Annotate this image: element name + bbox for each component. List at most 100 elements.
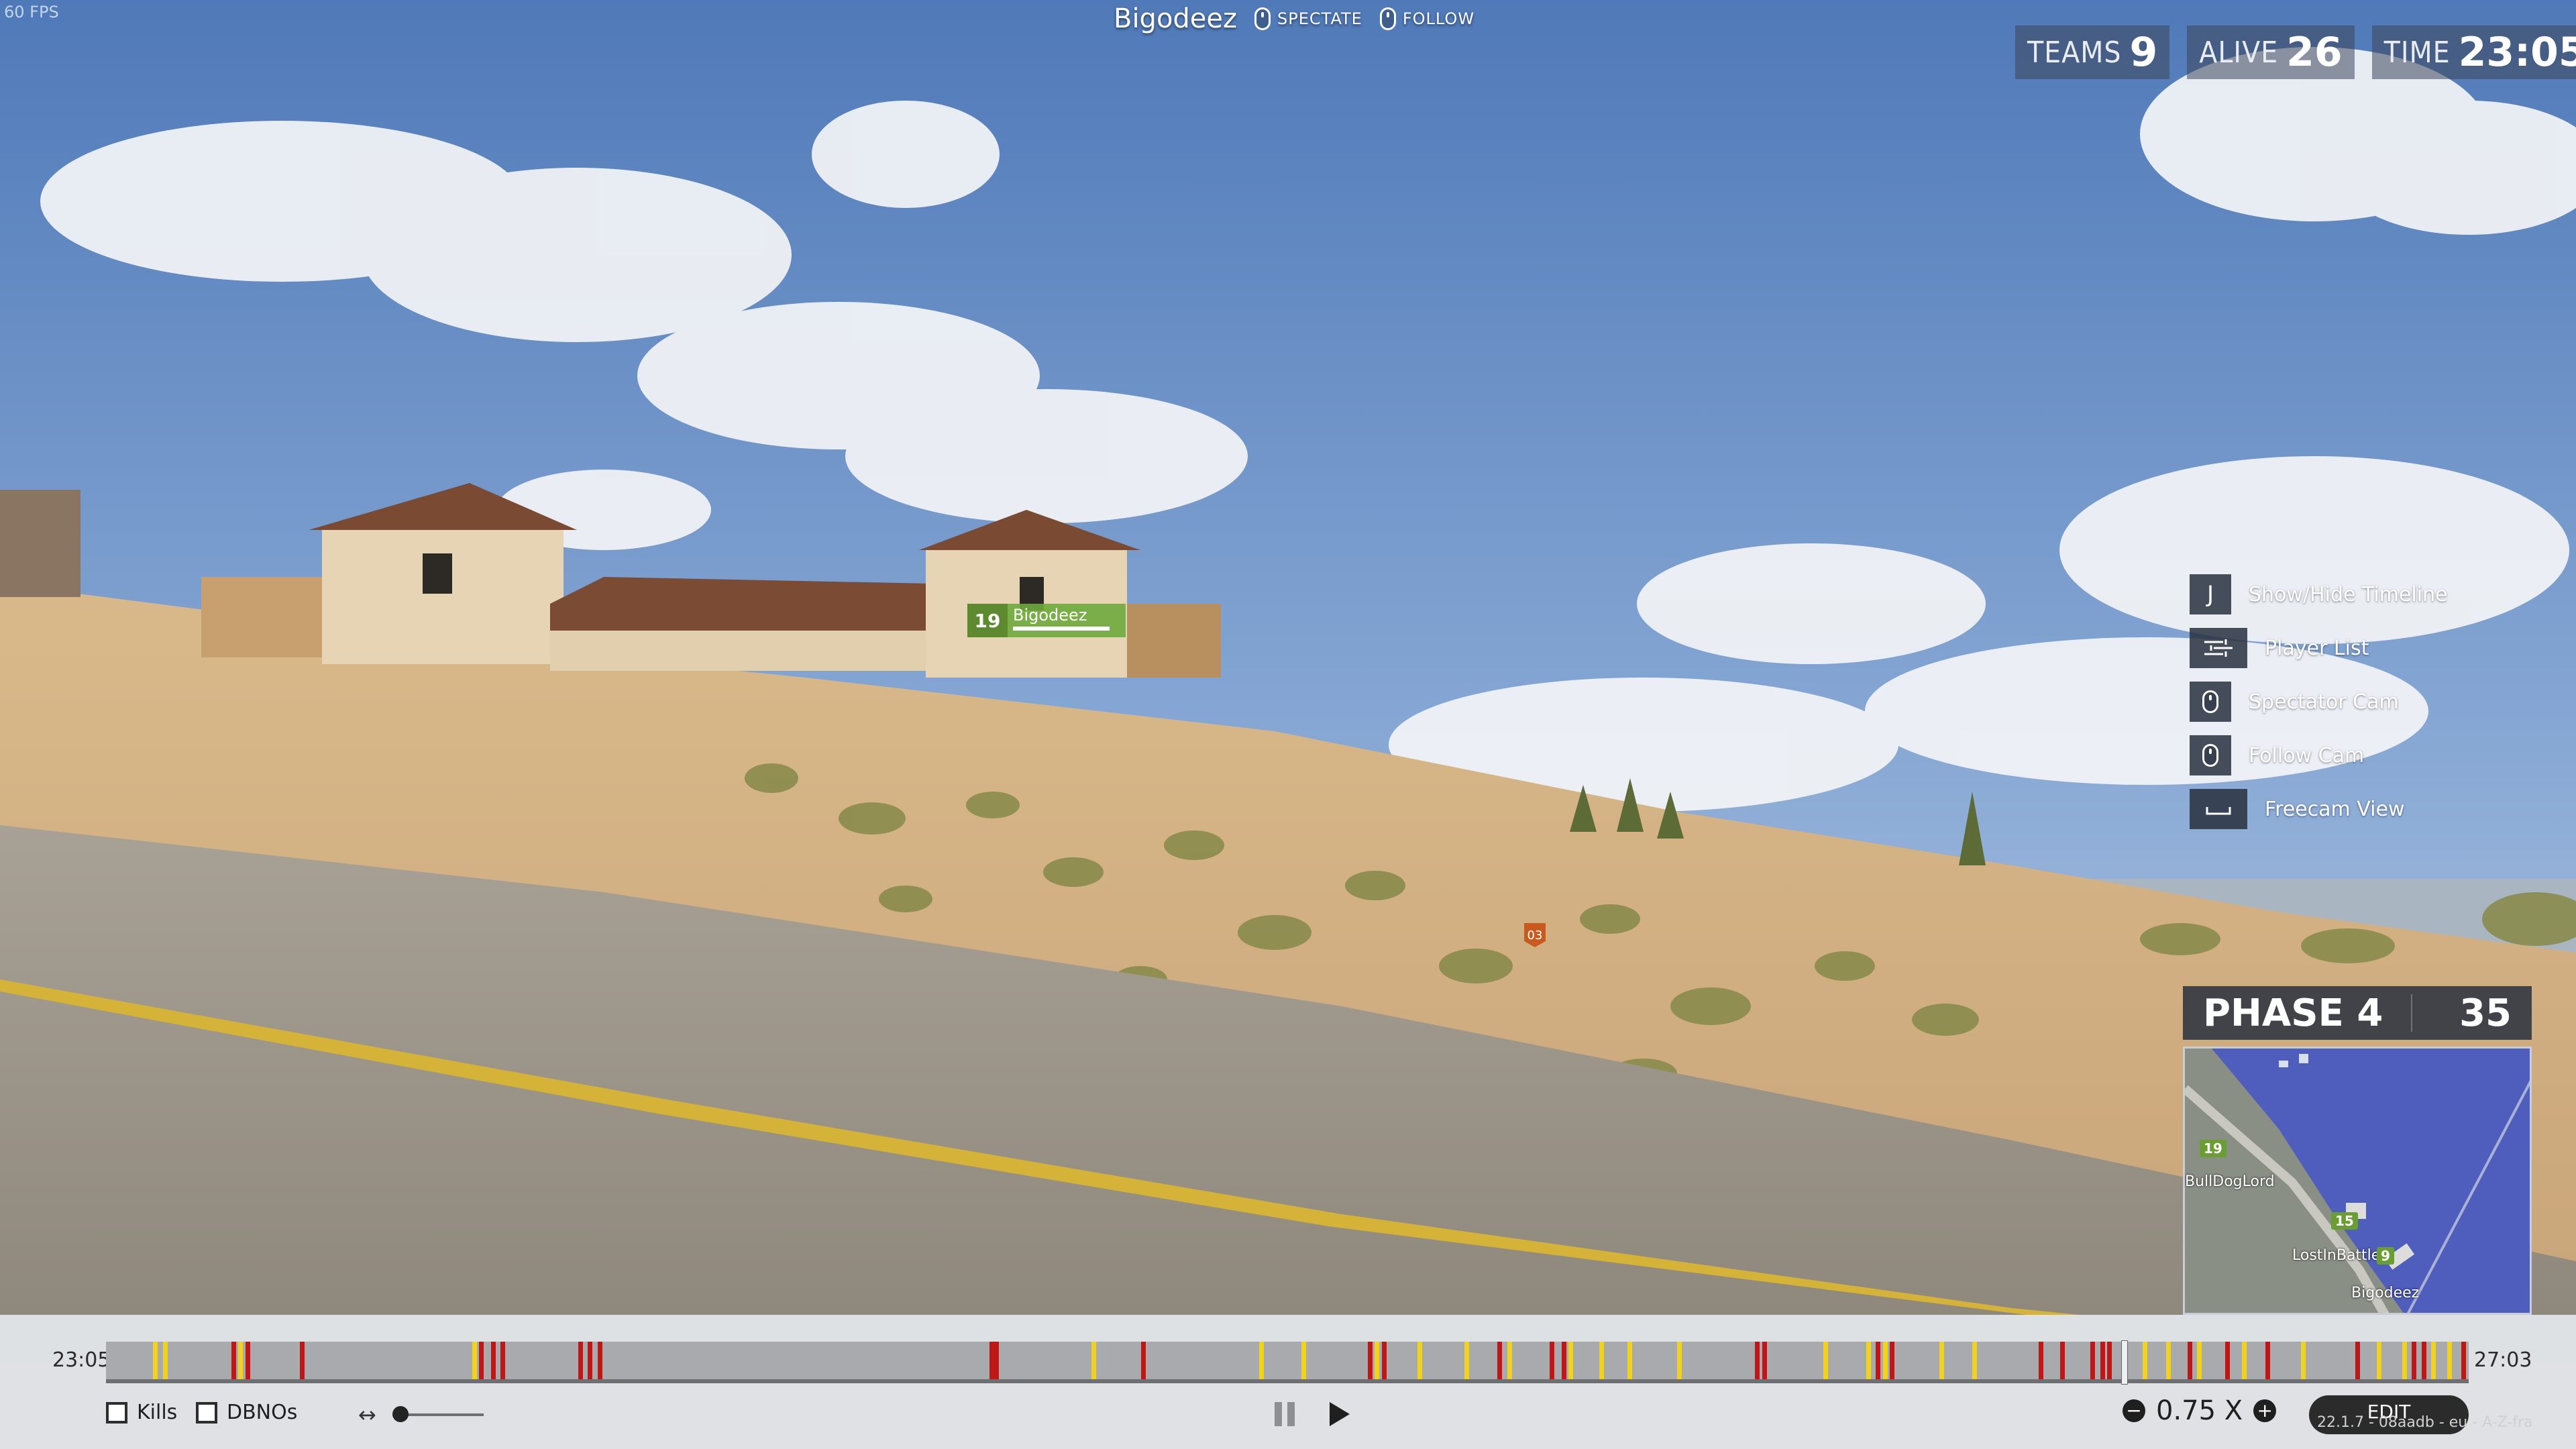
timeline-event-kill[interactable] bbox=[1550, 1342, 1554, 1379]
minimap[interactable]: 19 BullDogLord 15 LostInBattle 9 Bigodee… bbox=[2183, 1046, 2532, 1315]
zoom-knob[interactable] bbox=[392, 1406, 409, 1422]
timeline-end-time: 27:03 bbox=[2474, 1348, 2532, 1372]
timeline-event-knock[interactable] bbox=[1091, 1342, 1096, 1379]
spectate-button[interactable]: SPECTATE bbox=[1254, 7, 1362, 30]
timeline-event-kill[interactable] bbox=[1497, 1342, 1502, 1379]
timeline-event-knock[interactable] bbox=[2377, 1342, 2381, 1379]
checkbox-icon bbox=[196, 1401, 217, 1424]
timeline-event-kill[interactable] bbox=[2422, 1342, 2426, 1379]
timeline-event-knock[interactable] bbox=[1417, 1342, 1422, 1379]
hotkey-freecam-view[interactable]: Freecam View bbox=[2190, 782, 2448, 836]
minimap-player-badge: 9 bbox=[2377, 1247, 2394, 1265]
timeline-event-knock[interactable] bbox=[1568, 1342, 1573, 1379]
zoom-track[interactable] bbox=[392, 1406, 484, 1422]
timeline-event-kill[interactable] bbox=[1141, 1342, 1146, 1379]
timeline-event-knock[interactable] bbox=[472, 1342, 477, 1379]
timeline-event-knock[interactable] bbox=[1507, 1342, 1512, 1379]
timeline-event-knock[interactable] bbox=[2402, 1342, 2407, 1379]
teams-value: 9 bbox=[2129, 29, 2158, 76]
timeline-event-knock[interactable] bbox=[1627, 1342, 1632, 1379]
speed-decrease-button[interactable]: − bbox=[2123, 1399, 2145, 1422]
timeline-event-knock[interactable] bbox=[2166, 1342, 2171, 1379]
hotkey-label: Spectator Cam bbox=[2249, 690, 2399, 714]
timeline-playhead[interactable] bbox=[2121, 1340, 2128, 1385]
time-label: TIME bbox=[2383, 35, 2451, 70]
timeline-event-knock[interactable] bbox=[1939, 1342, 1944, 1379]
timeline-event-knock[interactable] bbox=[2197, 1342, 2202, 1379]
timeline-event-knock[interactable] bbox=[1823, 1342, 1828, 1379]
minimap-player-name: LostInBattle bbox=[2292, 1247, 2381, 1264]
timeline-event-kill[interactable] bbox=[2225, 1342, 2230, 1379]
timeline-event-kill[interactable] bbox=[2039, 1342, 2043, 1379]
timeline-event-kill[interactable] bbox=[2107, 1342, 2112, 1379]
speed-increase-button[interactable]: + bbox=[2253, 1399, 2277, 1422]
timeline-event-knock[interactable] bbox=[1259, 1342, 1264, 1379]
dbnos-label: DBNOs bbox=[227, 1401, 298, 1424]
timeline-event-kill[interactable] bbox=[989, 1342, 994, 1379]
timeline-zoom-slider[interactable]: ↔ bbox=[358, 1402, 484, 1428]
timeline-event-kill[interactable] bbox=[1890, 1342, 1894, 1379]
hotkey-list: J Show/Hide Timeline Player List Spectat… bbox=[2190, 568, 2448, 836]
timeline-event-knock[interactable] bbox=[1301, 1342, 1306, 1379]
kills-label: Kills bbox=[137, 1401, 178, 1424]
timeline-event-kill[interactable] bbox=[2412, 1342, 2416, 1379]
timeline-event-kill[interactable] bbox=[479, 1342, 484, 1379]
timeline-event-kill[interactable] bbox=[994, 1342, 999, 1379]
timeline-event-knock[interactable] bbox=[2301, 1342, 2306, 1379]
teams-stat: TEAMS 9 bbox=[2015, 25, 2170, 79]
hotkey-player-list[interactable]: Player List bbox=[2190, 621, 2448, 675]
timeline-event-kill[interactable] bbox=[500, 1342, 505, 1379]
timeline-event-knock[interactable] bbox=[1599, 1342, 1604, 1379]
timeline-event-kill[interactable] bbox=[491, 1342, 496, 1379]
phase-countdown: 35 bbox=[2459, 991, 2512, 1035]
timeline-event-kill[interactable] bbox=[1755, 1342, 1760, 1379]
hotkey-show-hide-timeline[interactable]: J Show/Hide Timeline bbox=[2190, 568, 2448, 621]
timeline-event-knock[interactable] bbox=[1464, 1342, 1469, 1379]
hotkey-follow-cam[interactable]: Follow Cam bbox=[2190, 729, 2448, 782]
pause-button[interactable] bbox=[1275, 1402, 1296, 1426]
timeline-event-kill[interactable] bbox=[2100, 1342, 2105, 1379]
timeline-event-kill[interactable] bbox=[588, 1342, 592, 1379]
timeline-event-knock[interactable] bbox=[2447, 1342, 2452, 1379]
timeline-event-kill[interactable] bbox=[2355, 1342, 2360, 1379]
dbnos-checkbox[interactable]: DBNOs bbox=[196, 1401, 297, 1424]
timeline-event-kill[interactable] bbox=[578, 1342, 583, 1379]
minimap-player-badge: 19 bbox=[2200, 1140, 2226, 1157]
time-value: 23:05 bbox=[2458, 29, 2576, 76]
timeline-event-knock[interactable] bbox=[1375, 1342, 1379, 1379]
timeline-event-kill[interactable] bbox=[2265, 1342, 2270, 1379]
play-button[interactable] bbox=[1330, 1402, 1350, 1426]
timeline-event-kill[interactable] bbox=[2461, 1342, 2466, 1379]
timeline-event-knock[interactable] bbox=[1866, 1342, 1871, 1379]
timeline-event-kill[interactable] bbox=[1382, 1342, 1387, 1379]
timeline-event-kill[interactable] bbox=[1876, 1342, 1880, 1379]
timeline-event-kill[interactable] bbox=[1762, 1342, 1767, 1379]
timeline-event-knock[interactable] bbox=[1677, 1342, 1682, 1379]
timeline-event-knock[interactable] bbox=[238, 1342, 243, 1379]
minimap-player-name: BullDogLord bbox=[2185, 1173, 2275, 1190]
timeline-progress-line bbox=[106, 1379, 2469, 1383]
timeline-event-kill[interactable] bbox=[2090, 1342, 2095, 1379]
timeline-event-kill[interactable] bbox=[2060, 1342, 2065, 1379]
timeline-event-kill[interactable] bbox=[598, 1342, 602, 1379]
timeline-track[interactable] bbox=[106, 1342, 2469, 1379]
timeline-event-kill[interactable] bbox=[1368, 1342, 1373, 1379]
timeline-event-knock[interactable] bbox=[153, 1342, 158, 1379]
follow-button[interactable]: FOLLOW bbox=[1379, 7, 1474, 30]
timeline-event-kill[interactable] bbox=[2188, 1342, 2192, 1379]
timeline-event-knock[interactable] bbox=[1883, 1342, 1888, 1379]
match-stats: TEAMS 9 ALIVE 26 TIME 23:05 bbox=[2015, 25, 2576, 79]
kills-checkbox[interactable]: Kills bbox=[106, 1401, 177, 1424]
timeline-event-kill[interactable] bbox=[300, 1342, 305, 1379]
timeline-event-knock[interactable] bbox=[163, 1342, 168, 1379]
mouse-icon bbox=[1254, 7, 1271, 30]
hotkey-spectator-cam[interactable]: Spectator Cam bbox=[2190, 675, 2448, 729]
timeline-event-knock[interactable] bbox=[2431, 1342, 2436, 1379]
timeline-event-knock[interactable] bbox=[2143, 1342, 2147, 1379]
timeline-event-knock[interactable] bbox=[2242, 1342, 2247, 1379]
timeline-event-kill[interactable] bbox=[231, 1342, 236, 1379]
timeline-event-knock[interactable] bbox=[1972, 1342, 1977, 1379]
timeline-event-kill[interactable] bbox=[246, 1342, 250, 1379]
timeline-event-kill[interactable] bbox=[1562, 1342, 1566, 1379]
phase-label: PHASE 4 bbox=[2203, 991, 2383, 1035]
